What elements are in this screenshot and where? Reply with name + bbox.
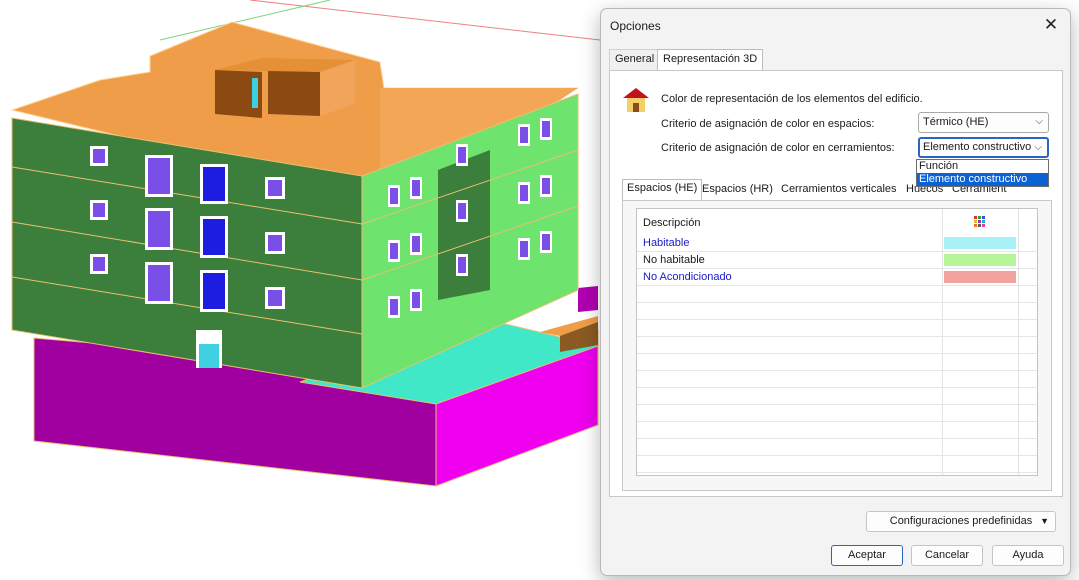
subtab-spaces-hr[interactable]: Espacios (HR)	[698, 181, 777, 200]
dropdown-arrow-icon: ▼	[1040, 516, 1049, 526]
enclosures-criterion-dropdown: Función Elemento constructivo	[916, 159, 1049, 187]
stair-tower-front-2	[268, 70, 320, 116]
table-row-empty	[637, 422, 1037, 439]
table-row-empty	[637, 456, 1037, 473]
main-tab-strip: General Representación 3D	[609, 49, 1062, 71]
section-title: Color de representación de los elementos…	[661, 93, 923, 105]
spaces-criterion-label: Criterio de asignación de color en espac…	[661, 118, 875, 130]
table-header: Descripción	[637, 209, 1037, 235]
color-swatch[interactable]	[944, 271, 1016, 283]
table-row-empty	[637, 303, 1037, 320]
table-row-empty	[637, 320, 1037, 337]
row-label: No habitable	[643, 254, 705, 266]
ok-button[interactable]: Aceptar	[831, 545, 903, 566]
base-right-block	[578, 286, 598, 312]
table-row-empty	[637, 405, 1037, 422]
color-table: Descripción Habitable No habitable No Acon…	[636, 208, 1038, 476]
color-palette-icon	[974, 216, 985, 227]
tab-3d-representation[interactable]: Representación 3D	[657, 49, 764, 71]
cancel-button[interactable]: Cancelar	[911, 545, 983, 566]
chevron-down-icon: ⌵	[1034, 142, 1042, 153]
table-row-empty	[637, 371, 1037, 388]
tab-general[interactable]: General	[609, 49, 661, 70]
table-row[interactable]: Habitable	[637, 235, 1037, 252]
facade-recess	[438, 150, 490, 300]
presets-button-label: Configuraciones predefinidas	[889, 515, 1033, 527]
table-row[interactable]: No habitable	[637, 252, 1037, 269]
dropdown-option-construction-element[interactable]: Elemento constructivo	[917, 173, 1048, 186]
chevron-down-icon: ⌵	[1035, 116, 1043, 127]
subtab-vertical-enclosures[interactable]: Cerramientos verticales	[777, 181, 901, 200]
subtab-spaces-he[interactable]: Espacios (HE)	[622, 179, 703, 201]
dropdown-option-function[interactable]: Función	[917, 160, 1048, 173]
row-label: No Acondicionado	[643, 271, 732, 283]
options-dialog: Opciones ✕ General Representación 3D Col…	[600, 8, 1071, 576]
table-row-empty	[637, 388, 1037, 405]
color-swatch[interactable]	[944, 254, 1016, 266]
spaces-criterion-value: Térmico (HE)	[923, 116, 989, 128]
dialog-title: Opciones	[610, 19, 661, 33]
close-icon[interactable]: ✕	[1040, 14, 1062, 36]
table-row-empty	[637, 286, 1037, 303]
tab-panel-3d: Color de representación de los elementos…	[609, 70, 1063, 532]
spaces-criterion-select[interactable]: Térmico (HE) ⌵	[918, 112, 1049, 133]
enclosures-criterion-label: Criterio de asignación de color en cerra…	[661, 142, 895, 154]
presets-button[interactable]: Configuraciones predefinidas ▼	[866, 511, 1056, 532]
enclosures-criterion-select[interactable]: Elemento constructivo ⌵	[918, 137, 1049, 158]
spaces-he-panel: Descripción Habitable No habitable No Acon…	[622, 200, 1052, 491]
enclosures-criterion-value: Elemento constructivo	[923, 141, 1032, 153]
table-row-empty	[637, 354, 1037, 371]
description-column-header: Descripción	[643, 217, 701, 229]
table-row[interactable]: No Acondicionado	[637, 269, 1037, 286]
color-swatch[interactable]	[944, 237, 1016, 249]
help-button[interactable]: Ayuda	[992, 545, 1064, 566]
stair-tower-window	[252, 78, 258, 108]
house-icon	[623, 88, 649, 112]
row-label: Habitable	[643, 237, 690, 249]
table-row-empty	[637, 439, 1037, 456]
table-row-empty	[637, 337, 1037, 354]
